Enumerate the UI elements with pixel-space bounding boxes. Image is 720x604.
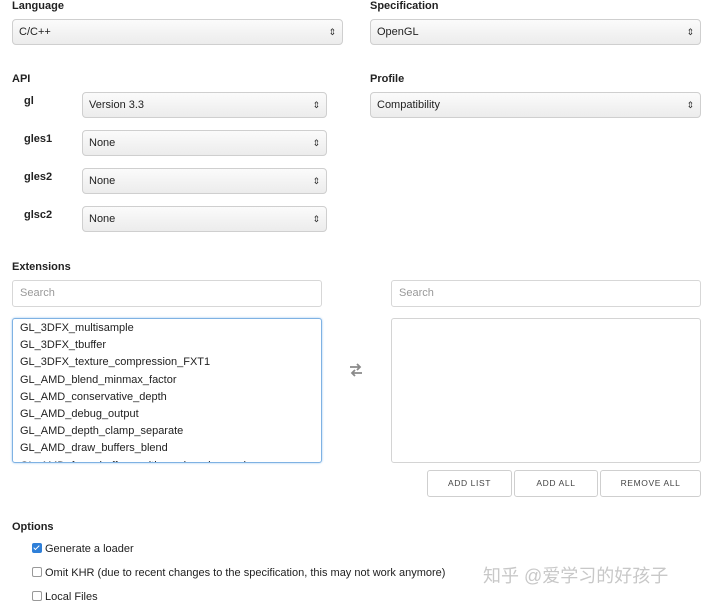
selected-extensions-search-input[interactable]: Search xyxy=(391,280,701,307)
options-label: Options xyxy=(12,521,54,533)
selected-extensions-list[interactable] xyxy=(391,318,701,463)
profile-select[interactable]: Compatibility ⇕ xyxy=(370,92,701,118)
list-item[interactable]: GL_AMD_conservative_depth xyxy=(13,389,321,406)
api-gl-label: gl xyxy=(24,95,34,107)
updown-arrows-icon: ⇕ xyxy=(312,100,320,110)
language-select[interactable]: C/C++ ⇕ xyxy=(12,19,343,45)
checkbox-icon[interactable] xyxy=(32,543,42,554)
option-local-files[interactable]: Local Files xyxy=(32,590,98,604)
list-item[interactable]: GL_AMD_blend_minmax_factor xyxy=(13,372,321,389)
api-glsc2-select-value: None xyxy=(89,213,116,225)
swap-arrows-icon[interactable] xyxy=(348,363,364,377)
updown-arrows-icon: ⇕ xyxy=(686,100,694,110)
api-gles1-label: gles1 xyxy=(24,133,53,145)
add-all-button[interactable]: ADD ALL xyxy=(514,470,598,497)
language-select-value: C/C++ xyxy=(19,26,51,38)
updown-arrows-icon: ⇕ xyxy=(312,214,320,224)
option-label: Generate a loader xyxy=(45,543,134,555)
available-extensions-list[interactable]: GL_3DFX_multisample GL_3DFX_tbuffer GL_3DF… xyxy=(12,318,322,463)
updown-arrows-icon: ⇕ xyxy=(328,27,336,37)
list-item[interactable]: GL_AMD_framebuffer_multisample_advanced xyxy=(13,458,321,463)
api-gl-select-value: Version 3.3 xyxy=(89,99,145,111)
extensions-label: Extensions xyxy=(12,261,71,273)
option-generate-loader[interactable]: Generate a loader xyxy=(32,542,134,556)
checkbox-icon[interactable] xyxy=(32,591,42,602)
extensions-search-input[interactable]: Search xyxy=(12,280,322,307)
updown-arrows-icon: ⇕ xyxy=(686,27,694,37)
api-label: API xyxy=(12,73,31,85)
checkbox-icon[interactable] xyxy=(32,567,42,578)
remove-all-button[interactable]: REMOVE ALL xyxy=(600,470,701,497)
watermark: 知乎 @爱学习的好孩子 xyxy=(483,566,669,586)
api-gles1-select-value: None xyxy=(89,137,116,149)
profile-select-value: Compatibility xyxy=(377,99,440,111)
api-glsc2-select[interactable]: None ⇕ xyxy=(82,206,327,232)
api-gles2-select[interactable]: None ⇕ xyxy=(82,168,327,194)
option-label: Omit KHR (due to recent changes to the s… xyxy=(45,567,446,579)
profile-label: Profile xyxy=(370,73,405,85)
list-item[interactable]: GL_3DFX_multisample xyxy=(13,320,321,337)
specification-label: Specification xyxy=(370,0,439,12)
updown-arrows-icon: ⇕ xyxy=(312,138,320,148)
api-gles2-label: gles2 xyxy=(24,171,53,183)
list-item[interactable]: GL_3DFX_texture_compression_FXT1 xyxy=(13,354,321,371)
language-label: Language xyxy=(12,0,64,12)
specification-select[interactable]: OpenGL ⇕ xyxy=(370,19,701,45)
option-omit-khr[interactable]: Omit KHR (due to recent changes to the s… xyxy=(32,566,445,580)
option-label: Local Files xyxy=(45,591,98,603)
api-gles1-select[interactable]: None ⇕ xyxy=(82,130,327,156)
api-gl-select[interactable]: Version 3.3 ⇕ xyxy=(82,92,327,118)
list-item[interactable]: GL_AMD_depth_clamp_separate xyxy=(13,423,321,440)
list-item[interactable]: GL_3DFX_tbuffer xyxy=(13,337,321,354)
api-gles2-select-value: None xyxy=(89,175,116,187)
api-glsc2-label: glsc2 xyxy=(24,209,53,221)
list-item[interactable]: GL_AMD_draw_buffers_blend xyxy=(13,440,321,457)
list-item[interactable]: GL_AMD_debug_output xyxy=(13,406,321,423)
add-list-button[interactable]: ADD LIST xyxy=(427,470,512,497)
specification-select-value: OpenGL xyxy=(377,26,419,38)
updown-arrows-icon: ⇕ xyxy=(312,176,320,186)
